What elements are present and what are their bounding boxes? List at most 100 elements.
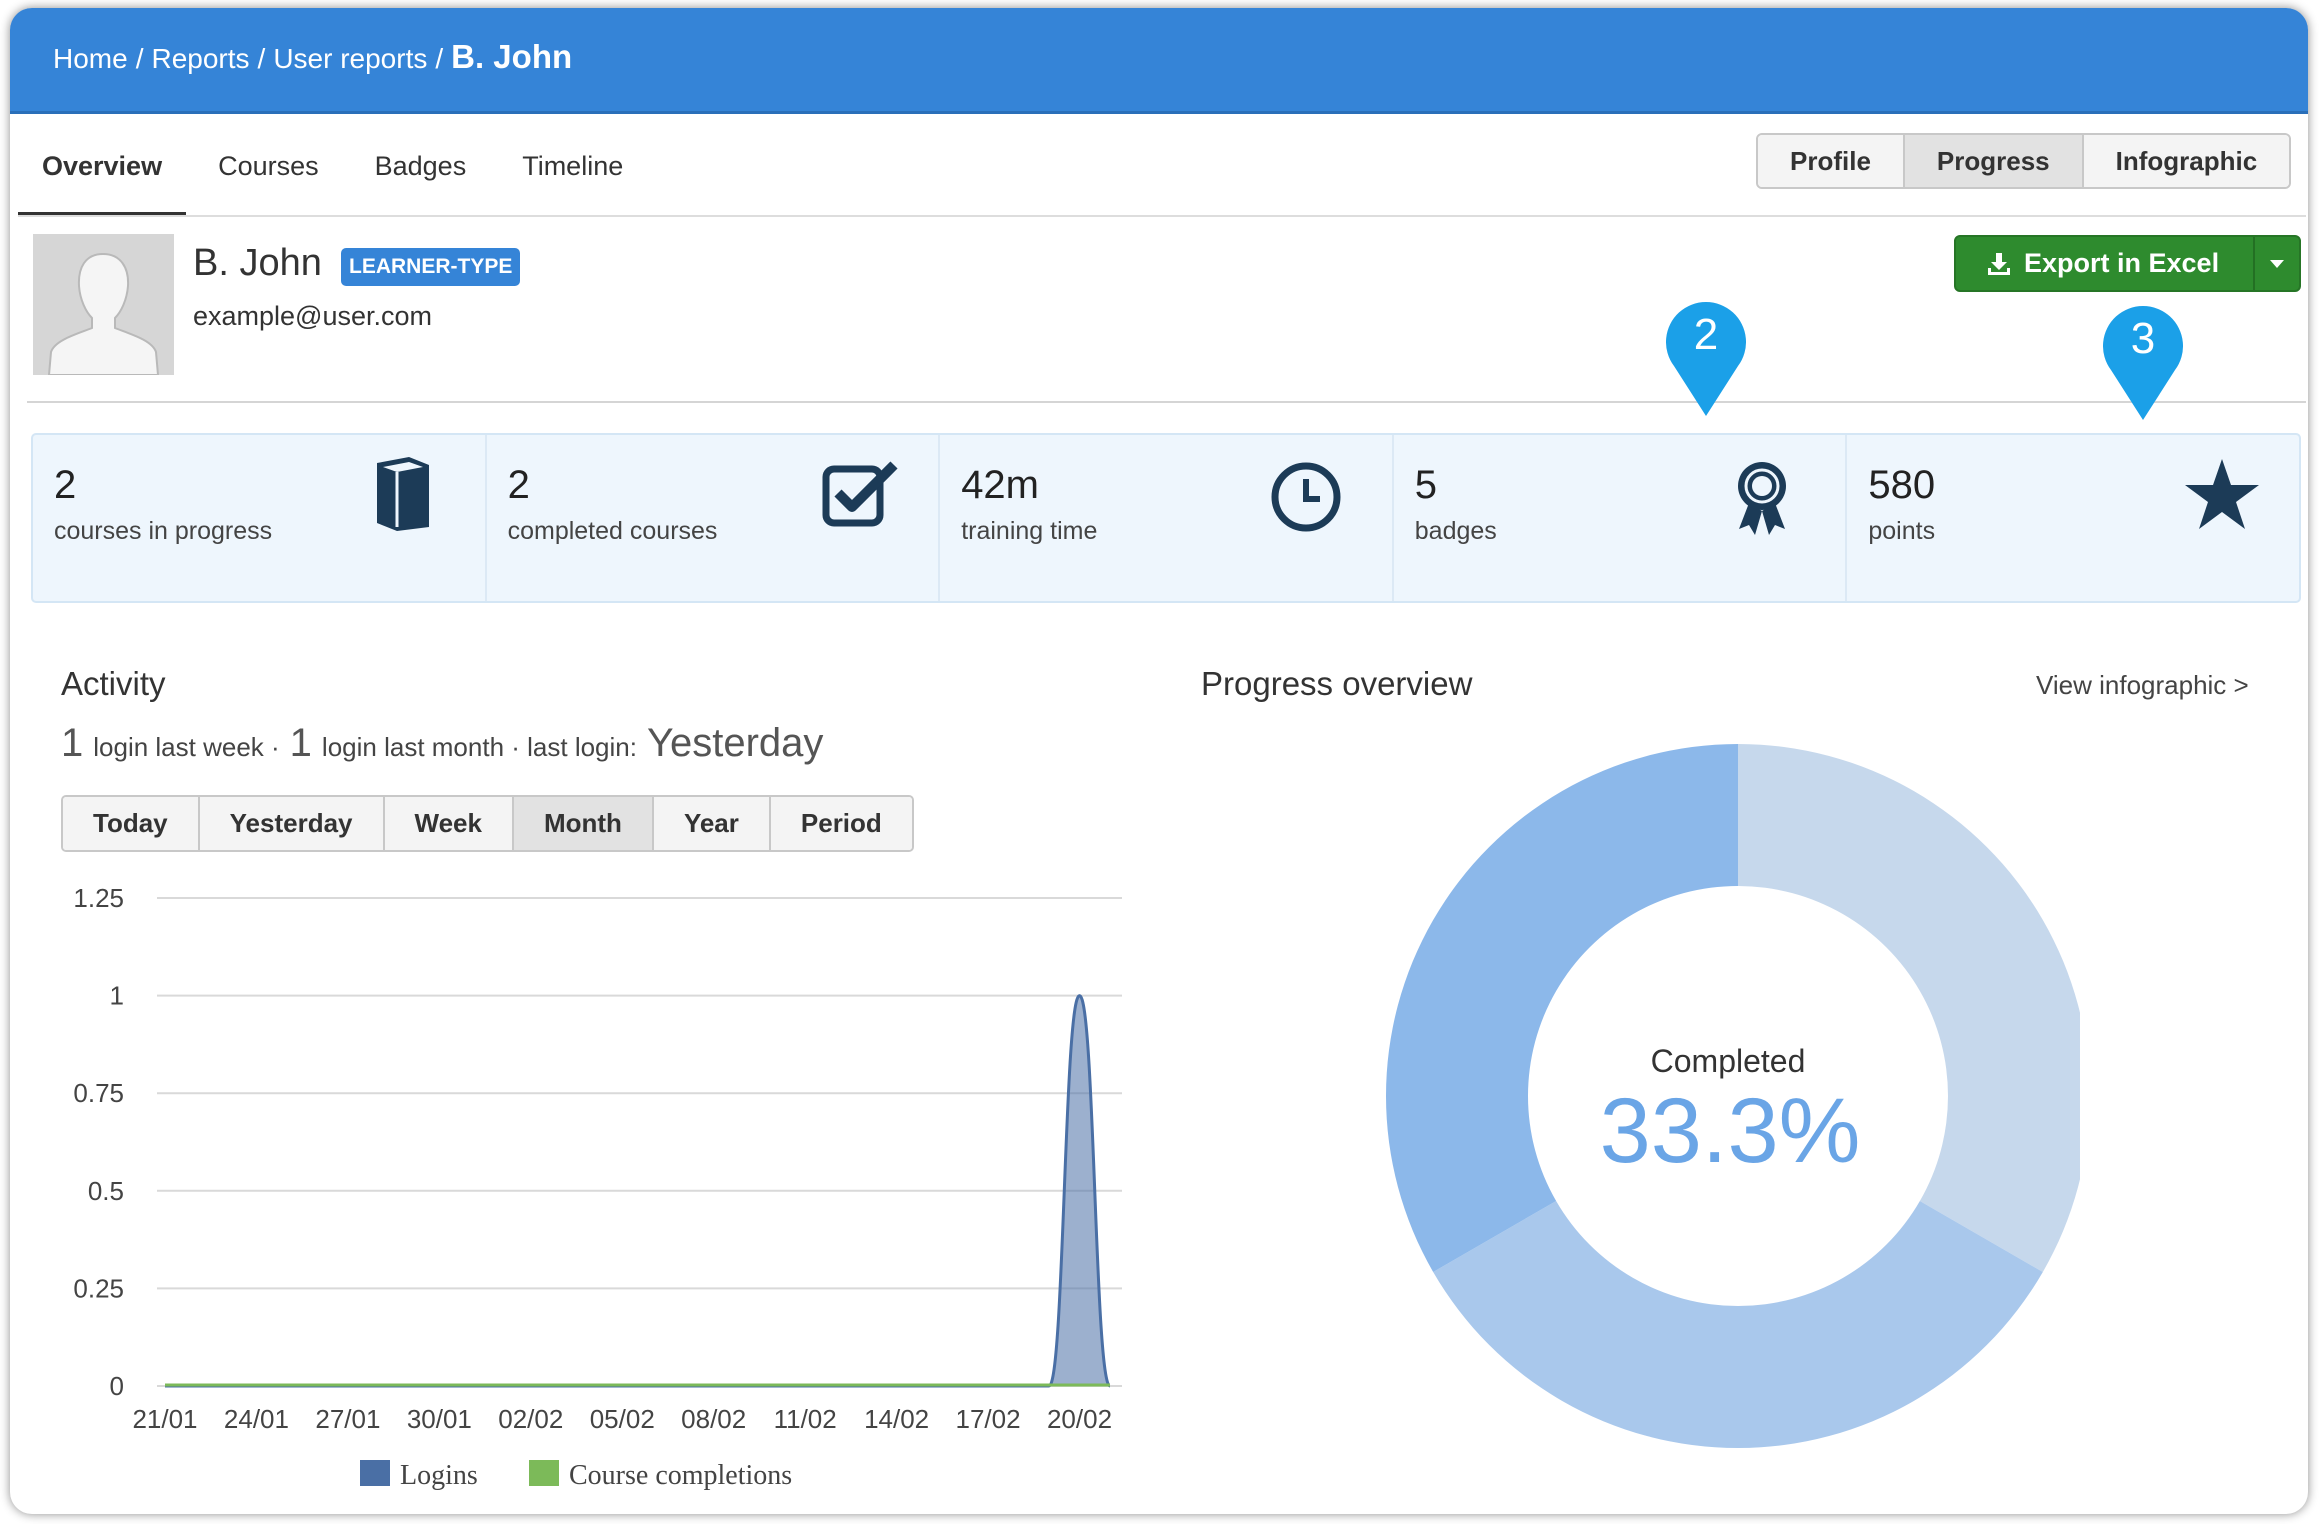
x-tick-label: 27/01 xyxy=(315,1404,380,1434)
period-yesterday-button[interactable]: Yesterday xyxy=(199,797,385,850)
tab-badges[interactable]: Badges xyxy=(351,116,491,212)
tab-timeline[interactable]: Timeline xyxy=(498,116,647,212)
callout-marker-3: 3 xyxy=(2103,306,2183,422)
period-week-button[interactable]: Week xyxy=(384,797,514,850)
stat-training-time: 42m training time xyxy=(940,435,1394,601)
legend-label-logins[interactable]: Logins xyxy=(400,1460,478,1491)
y-tick-label: 0 xyxy=(110,1371,124,1401)
breadcrumb-separator: / xyxy=(135,43,144,74)
period-today-button[interactable]: Today xyxy=(63,797,200,850)
breadcrumb: Home / Reports / User reports / B. John xyxy=(53,38,572,76)
view-switch: Profile Progress Infographic xyxy=(1756,133,2292,189)
marker-number: 3 xyxy=(2130,314,2156,363)
breadcrumb-user-reports-link[interactable]: User reports xyxy=(273,43,427,75)
download-icon xyxy=(1988,252,2010,275)
legend-swatch-course-completions xyxy=(529,1460,559,1486)
donut-center-value: 33.3% xyxy=(1600,1080,1861,1182)
logins-week-text: login last week · xyxy=(93,732,280,762)
export-excel-button[interactable]: Export in Excel xyxy=(1956,237,2253,290)
tab-courses[interactable]: Courses xyxy=(194,116,343,212)
breadcrumb-current: B. John xyxy=(451,38,573,75)
logins-month-count: 1 xyxy=(289,721,312,765)
report-tabs: Overview Courses Badges Timeline xyxy=(18,116,655,216)
x-tick-label: 05/02 xyxy=(590,1404,655,1434)
progress-overview-title: Progress overview xyxy=(1201,665,1473,702)
infographic-view-button[interactable]: Infographic xyxy=(2083,135,2290,187)
donut-center-label: Completed xyxy=(1651,1043,1806,1079)
activity-chart: 1.25 1 0.75 0.5 0.25 0 21/01 24/01 27/01 30/01 02/… xyxy=(73,883,1122,1491)
export-excel-label: Export in Excel xyxy=(2024,248,2220,278)
star-icon xyxy=(2183,457,2261,536)
stats-panel: 2 courses in progress 2 completed course… xyxy=(31,433,2301,603)
export-dropdown-toggle[interactable] xyxy=(2253,237,2299,290)
donut-slice-completed[interactable] xyxy=(1386,744,1738,1272)
breadcrumb-separator: / xyxy=(435,43,444,74)
view-infographic-link[interactable]: View infographic > xyxy=(2036,670,2249,701)
stat-courses-in-progress: 2 courses in progress xyxy=(33,435,487,601)
stat-value: 42m xyxy=(961,463,1039,507)
marker-number: 2 xyxy=(1693,310,1719,359)
legend-label-course-completions[interactable]: Course completions xyxy=(569,1460,792,1491)
breadcrumb-separator: / xyxy=(257,43,266,74)
avatar xyxy=(33,234,174,375)
x-tick-label: 30/01 xyxy=(407,1404,472,1434)
breadcrumb-reports-link[interactable]: Reports xyxy=(151,43,249,75)
header-bar: Home / Reports / User reports / B. John xyxy=(10,8,2308,114)
x-tick-label: 08/02 xyxy=(681,1404,746,1434)
x-tick-label: 11/02 xyxy=(774,1404,837,1434)
export-button-group: Export in Excel xyxy=(1954,235,2302,292)
donut-slice-not-started[interactable] xyxy=(1738,744,2080,1272)
last-login-value: Yesterday xyxy=(646,721,824,765)
progress-donut-chart: Completed33.3% xyxy=(1386,744,2080,1448)
clock-icon xyxy=(1270,461,1342,538)
stat-value: 580 xyxy=(1868,463,1936,507)
period-selector: Today Yesterday Week Month Year Period xyxy=(61,795,914,852)
stat-completed-courses: 2 completed courses xyxy=(487,435,941,601)
report-window: Home / Reports / User reports / B. John … xyxy=(10,8,2308,1514)
activity-title: Activity xyxy=(61,665,166,702)
period-year-button[interactable]: Year xyxy=(653,797,771,850)
stat-label: courses in progress xyxy=(54,517,273,545)
ribbon-icon xyxy=(1735,459,1789,540)
x-tick-label: 21/01 xyxy=(132,1404,197,1434)
stat-value: 5 xyxy=(1414,463,1438,507)
progress-view-button[interactable]: Progress xyxy=(1904,135,2084,187)
stat-points: 580 points xyxy=(1847,435,2299,601)
y-tick-label: 0.75 xyxy=(73,1078,124,1108)
profile-divider xyxy=(27,401,2306,403)
x-tick-label: 17/02 xyxy=(956,1404,1021,1434)
user-silhouette-icon xyxy=(33,234,174,375)
stat-value: 2 xyxy=(507,463,530,507)
profile-view-button[interactable]: Profile xyxy=(1758,135,1905,187)
checkbox-icon xyxy=(822,459,900,532)
y-tick-label: 0.5 xyxy=(88,1176,124,1206)
caret-down-icon xyxy=(2270,259,2285,268)
period-month-button[interactable]: Month xyxy=(513,797,654,850)
x-tick-label: 20/02 xyxy=(1047,1404,1112,1434)
y-tick-label: 0.25 xyxy=(73,1273,124,1303)
activity-summary: 1 login last week · 1 login last month ·… xyxy=(61,721,823,766)
user-name: B. John xyxy=(193,242,322,284)
tab-overview[interactable]: Overview xyxy=(18,116,187,216)
stat-badges: 5 badges xyxy=(1394,435,1848,601)
y-tick-label: 1.25 xyxy=(73,883,124,913)
user-email: example@user.com xyxy=(193,301,433,331)
page: Home / Reports / User reports / B. John … xyxy=(0,0,2320,1524)
book-icon xyxy=(373,455,433,536)
x-tick-label: 24/01 xyxy=(224,1404,289,1434)
logins-week-count: 1 xyxy=(61,721,84,765)
stat-label: points xyxy=(1868,517,1936,545)
x-tick-label: 14/02 xyxy=(864,1404,929,1434)
x-tick-label: 02/02 xyxy=(498,1404,563,1434)
stat-value: 2 xyxy=(54,463,77,507)
stat-label: badges xyxy=(1414,517,1497,545)
callout-marker-2: 2 xyxy=(1666,302,1746,418)
logins-month-text: login last month · last login: xyxy=(321,732,637,762)
period-period-button[interactable]: Period xyxy=(770,797,912,850)
legend-swatch-logins xyxy=(360,1460,390,1486)
breadcrumb-home-link[interactable]: Home xyxy=(53,43,128,75)
donut-slice-in-progress[interactable] xyxy=(1433,1201,2043,1448)
stat-label: completed courses xyxy=(507,517,718,545)
stat-label: training time xyxy=(961,517,1098,545)
y-tick-label: 1 xyxy=(110,981,124,1011)
